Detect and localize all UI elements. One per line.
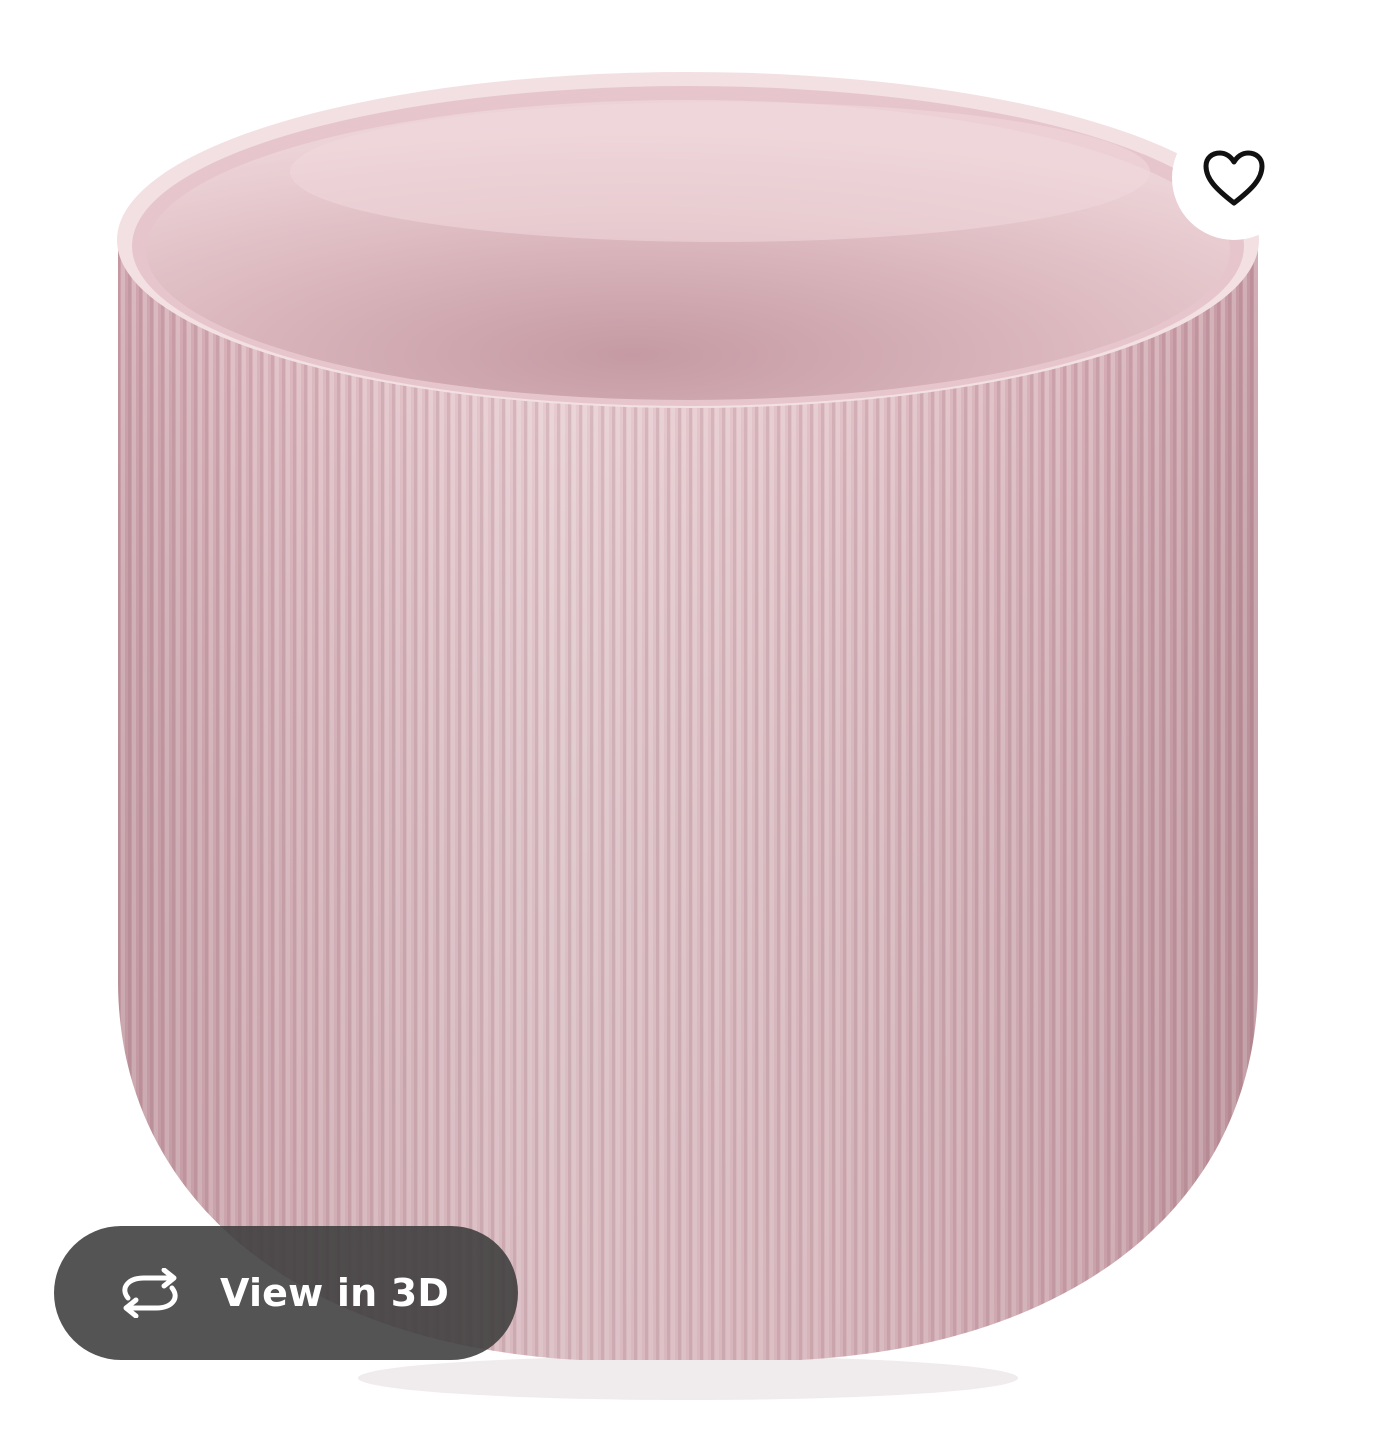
view-in-3d-button[interactable]: View in 3D <box>54 1226 518 1360</box>
product-image <box>117 72 1259 1400</box>
favourite-button[interactable] <box>1172 116 1296 240</box>
product-media-viewer: View in 3D <box>0 0 1376 1440</box>
view-in-3d-label: View in 3D <box>220 1271 450 1315</box>
heart-icon <box>1203 150 1265 206</box>
rotate-arrows-icon <box>122 1268 178 1318</box>
